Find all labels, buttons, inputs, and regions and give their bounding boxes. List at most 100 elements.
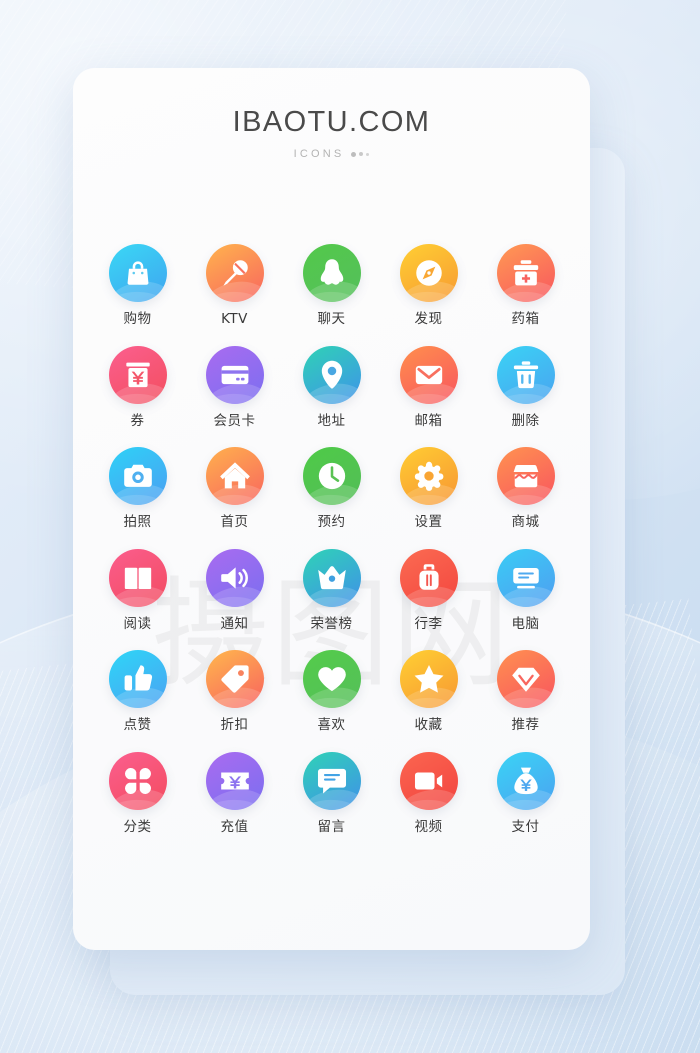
star-icon xyxy=(412,662,446,696)
icon-cell[interactable]: 删除 xyxy=(477,345,574,429)
luggage-icon-button[interactable] xyxy=(399,548,458,607)
thumbs-up-icon-button[interactable] xyxy=(108,650,167,708)
icon-cell[interactable]: 留言 xyxy=(283,751,380,835)
compass-icon-button[interactable] xyxy=(399,244,458,302)
icon-cell[interactable]: 分类 xyxy=(89,751,186,835)
store-icon xyxy=(509,459,543,493)
category-icon-button[interactable] xyxy=(108,751,167,810)
heart-icon xyxy=(315,662,349,696)
icon-cell[interactable]: 聊天 xyxy=(283,244,380,327)
icon-cell[interactable]: 首页 xyxy=(186,447,283,530)
medical-kit-icon-button[interactable] xyxy=(496,244,555,302)
icon-label: 点赞 xyxy=(123,717,152,733)
member-card-icon-button[interactable] xyxy=(205,345,264,404)
icon-label: 购物 xyxy=(123,311,152,327)
icon-label: 拍照 xyxy=(123,514,152,530)
icon-cell[interactable]: 充值 xyxy=(186,751,283,835)
home-icon-button[interactable] xyxy=(205,447,264,505)
computer-icon xyxy=(509,561,543,595)
category-icon xyxy=(121,764,155,798)
icon-cell[interactable]: 商城 xyxy=(477,447,574,530)
icon-cell[interactable]: 发现 xyxy=(380,244,477,327)
icon-cell[interactable]: 行李 xyxy=(380,548,477,632)
camera-icon xyxy=(121,459,155,493)
luggage-icon xyxy=(412,561,446,595)
icon-label: 阅读 xyxy=(123,615,152,632)
shopping-bag-icon-button[interactable] xyxy=(108,244,167,302)
icon-label: 删除 xyxy=(511,412,540,429)
icon-label: 推荐 xyxy=(511,717,540,733)
icon-label: 首页 xyxy=(220,514,249,530)
icon-cell[interactable]: 荣誉榜 xyxy=(283,548,380,632)
trash-icon-button[interactable] xyxy=(496,345,555,404)
recharge-ticket-icon xyxy=(218,764,252,798)
icon-label: KTV xyxy=(221,311,248,327)
icon-label: 留言 xyxy=(317,818,346,835)
icon-label: 行李 xyxy=(414,615,443,632)
clock-icon-button[interactable] xyxy=(302,447,361,505)
book-icon xyxy=(121,561,155,595)
icon-cell[interactable]: 电脑 xyxy=(477,548,574,632)
book-icon-button[interactable] xyxy=(108,548,167,607)
icon-cell[interactable]: 支付 xyxy=(477,751,574,835)
gear-icon xyxy=(412,459,446,493)
icon-label: 支付 xyxy=(511,818,540,835)
recharge-ticket-icon-button[interactable] xyxy=(205,751,264,810)
camera-icon-button[interactable] xyxy=(108,447,167,505)
discount-tag-icon-button[interactable] xyxy=(205,650,264,708)
icon-label: 发现 xyxy=(414,311,443,327)
icon-cell[interactable]: 推荐 xyxy=(477,650,574,733)
icon-cell[interactable]: 药箱 xyxy=(477,244,574,327)
heart-icon-button[interactable] xyxy=(302,650,361,708)
icon-cell[interactable]: KTV xyxy=(186,244,283,327)
icon-label: 聊天 xyxy=(317,311,346,327)
icon-label: 收藏 xyxy=(414,717,443,733)
penguin-chat-icon-button[interactable] xyxy=(302,244,361,302)
discount-tag-icon xyxy=(218,662,252,696)
icon-label: 预约 xyxy=(317,514,346,530)
icon-label: 邮箱 xyxy=(414,412,443,429)
microphone-icon-button[interactable] xyxy=(205,244,264,302)
location-pin-icon-button[interactable] xyxy=(302,345,361,404)
icon-label: 荣誉榜 xyxy=(310,615,353,632)
speaker-icon-button[interactable] xyxy=(205,548,264,607)
star-icon-button[interactable] xyxy=(399,650,458,708)
icon-cell[interactable]: 阅读 xyxy=(89,548,186,632)
icon-cell[interactable]: 折扣 xyxy=(186,650,283,733)
icon-cell[interactable]: 通知 xyxy=(186,548,283,632)
icon-cell[interactable]: 收藏 xyxy=(380,650,477,733)
icon-cell[interactable]: 预约 xyxy=(283,447,380,530)
icon-cell[interactable]: 地址 xyxy=(283,345,380,429)
store-icon-button[interactable] xyxy=(496,447,555,505)
compass-icon xyxy=(412,256,446,290)
icon-cell[interactable]: 点赞 xyxy=(89,650,186,733)
icon-cell[interactable]: 设置 xyxy=(380,447,477,530)
message-bubble-icon-button[interactable] xyxy=(302,751,361,810)
diamond-icon xyxy=(509,662,543,696)
coupon-yuan-icon-button[interactable] xyxy=(108,345,167,404)
icon-label: 电脑 xyxy=(511,615,540,632)
speaker-icon xyxy=(218,561,252,595)
diamond-icon-button[interactable] xyxy=(496,650,555,708)
envelope-icon-button[interactable] xyxy=(399,345,458,404)
home-icon xyxy=(218,459,252,493)
thumbs-up-icon xyxy=(121,662,155,696)
gear-icon-button[interactable] xyxy=(399,447,458,505)
icon-cell[interactable]: 会员卡 xyxy=(186,345,283,429)
icon-cell[interactable]: 喜欢 xyxy=(283,650,380,733)
video-camera-icon xyxy=(412,764,446,798)
video-camera-icon-button[interactable] xyxy=(399,751,458,810)
icon-cell[interactable]: 视频 xyxy=(380,751,477,835)
icon-label: 喜欢 xyxy=(317,717,346,733)
icon-label: 药箱 xyxy=(511,311,540,327)
icon-cell[interactable]: 邮箱 xyxy=(380,345,477,429)
envelope-icon xyxy=(412,358,446,392)
icon-set-card: IBAOTU.COM ICONS 摄图网 购物 KTV 聊天 发现 药箱券会员卡 地址 邮箱… xyxy=(73,68,590,950)
crown-icon-button[interactable] xyxy=(302,548,361,607)
shopping-bag-icon xyxy=(121,256,155,290)
computer-icon-button[interactable] xyxy=(496,548,555,607)
icon-cell[interactable]: 拍照 xyxy=(89,447,186,530)
icon-cell[interactable]: 券 xyxy=(89,345,186,429)
icon-cell[interactable]: 购物 xyxy=(89,244,186,327)
money-bag-icon-button[interactable] xyxy=(496,751,555,810)
